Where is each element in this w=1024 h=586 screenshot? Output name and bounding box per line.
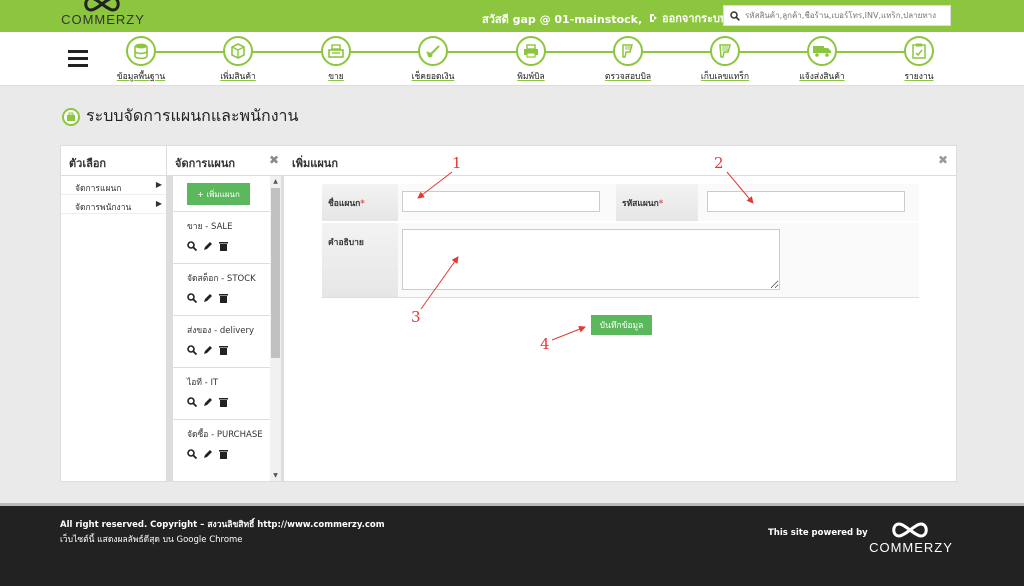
- footer-brand-name: COMMERZY: [869, 540, 953, 555]
- annotation-number-1: 1: [452, 154, 462, 172]
- arrow-3: [420, 256, 459, 310]
- browser-note: เว็บไซต์นี้ แสดงผลลัพธ์ดีสุด บน Google C…: [60, 535, 243, 545]
- infinity-logo-icon: [892, 522, 928, 538]
- footer: All right reserved. Copyright – สงวนลิขส…: [0, 503, 1024, 586]
- copyright-text: All right reserved. Copyright – สงวนลิขส…: [60, 520, 385, 530]
- annotation-arrows: [417, 171, 754, 341]
- arrow-4: [551, 325, 586, 341]
- annotation-number-2: 2: [714, 154, 724, 172]
- powered-by-text: This site powered by: [768, 528, 868, 538]
- arrow-2: [726, 171, 754, 204]
- annotation-number-3: 3: [411, 308, 421, 326]
- footer-logo[interactable]: COMMERZY: [866, 520, 956, 556]
- arrow-1: [417, 171, 453, 199]
- annotation-number-4: 4: [540, 335, 550, 353]
